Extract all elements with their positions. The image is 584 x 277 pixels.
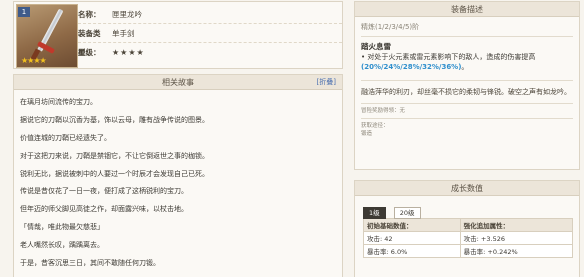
info-row-name: 名称： 匣里龙吟 <box>78 5 342 24</box>
table-cell: 攻击: +3.526 <box>459 231 574 245</box>
story-title: 相关故事 <box>162 78 194 87</box>
story-line: 但年迈的师父脚见高徒之作，却面露兴味，以杖击地。 <box>20 205 188 214</box>
effect-values: (20%/24%/28%/32%/36%) <box>361 63 462 71</box>
growth-panel: 成长数值 1级 20级 初始基础数值： 强化追加属性： 攻击: 42 攻击: +… <box>354 180 580 277</box>
info-value: 单手剑 <box>112 29 135 38</box>
star-icons: ★★★★ <box>112 48 145 57</box>
column-header: 强化追加属性： <box>459 218 574 232</box>
fold-link[interactable]: [折叠] <box>317 75 336 90</box>
table-cell: 暴击率: 6.0% <box>363 244 461 258</box>
table-row: 攻击: 42 攻击: +3.526 <box>363 231 574 245</box>
divider <box>361 103 573 104</box>
stats-table: 初始基础数值： 强化追加属性： 攻击: 42 攻击: +3.526 暴击率: 6… <box>363 218 574 258</box>
info-label: 名称： <box>78 10 101 19</box>
story-line: 锐利无比，据说被刺中的人要过一个时辰才会发现自己已死。 <box>20 169 209 178</box>
story-line: 价值连城的刀鞘已经遗失了。 <box>20 133 111 142</box>
story-panel: 相关故事 [折叠] 在璃月坊间流传的宝刀。 据说它的刀鞘以沉香为基，饰以云母，雕… <box>13 74 343 277</box>
effect-prefix: • 对处于火元素或雷元素影响下的敌人，造成的伤害提高 <box>361 53 536 61</box>
story-line: 于是，昔客沉思三日，其间不敢随任何刀锻。 <box>20 259 160 268</box>
weapon-info-card: 1 ★★★★ 名称： 匣里龙吟 装备类型： 单手剑 星级： ★★★★ <box>13 1 343 69</box>
column-header: 初始基础数值： <box>363 218 461 232</box>
tab-level-1[interactable]: 1级 <box>363 207 386 219</box>
effect-title: 踏火息雷 <box>361 42 391 51</box>
flavor-text: 融浩萍华的利刃，却丝毫不损它的柔韧与锋锐。破空之声有如龙吟。 <box>361 88 571 96</box>
effect-text: • 对处于火元素或雷元素影响下的敌人，造成的伤害提高 (20%/24%/28%/3… <box>361 52 573 72</box>
story-line: 对于这把刀来说，刀鞘是禁锢它，不让它倒返世之事的枷锁。 <box>20 151 209 160</box>
info-label: 装备类型： <box>78 29 101 57</box>
story-line: 老人嘴然长叹，踽踽离去。 <box>20 241 104 250</box>
story-line: 在璃月坊间流传的宝刀。 <box>20 98 97 106</box>
level-badge: 1 <box>18 7 30 17</box>
description-header: 装备描述 <box>355 2 579 17</box>
divider <box>361 80 573 81</box>
story-line: 据说它的刀鞘以沉香为基，饰以云母，雕有战争传说的图景。 <box>20 115 209 124</box>
info-value: 匣里龙吟 <box>112 10 142 19</box>
table-header-row: 初始基础数值： 强化追加属性： <box>363 218 574 232</box>
info-label: 星级： <box>78 48 101 57</box>
rarity-stars: ★★★★ <box>21 56 47 65</box>
story-header: 相关故事 [折叠] <box>14 75 342 90</box>
table-row: 暴击率: 6.0% 暴击率: +0.242% <box>363 244 574 258</box>
info-row-rarity: 星级： ★★★★ <box>78 43 342 62</box>
info-rows: 名称： 匣里龙吟 装备类型： 单手剑 星级： ★★★★ <box>78 5 342 62</box>
description-body: 精炼(1/2/3/4/5)阶 踏火息雷 • 对处于火元素或雷元素影响下的敌人，造… <box>355 17 579 142</box>
story-line: 「情哉，唯此物最欠慈悲」 <box>20 223 104 232</box>
source-note: 冒险奖励得领：无 <box>361 108 406 114</box>
effect-suffix: 。 <box>461 63 469 71</box>
story-line: 传说是昔仅花了一日一夜，便打成了这柄锐利的宝刀。 <box>20 187 188 196</box>
obtain-value: 锻造 <box>361 131 373 137</box>
table-cell: 暴击率: +0.242% <box>459 244 574 258</box>
obtain-label: 获取途径： <box>361 123 389 129</box>
refinement-levels[interactable]: 精炼(1/2/3/4/5)阶 <box>361 21 573 33</box>
weapon-thumbnail: 1 ★★★★ <box>16 4 78 68</box>
info-row-type: 装备类型： 单手剑 <box>78 24 342 57</box>
divider <box>361 118 573 119</box>
tab-level-20[interactable]: 20级 <box>393 207 421 219</box>
growth-header: 成长数值 <box>355 181 579 196</box>
divider <box>361 36 573 37</box>
level-tabs: 1级 20级 <box>355 196 579 219</box>
table-cell: 攻击: 42 <box>363 231 461 245</box>
story-lines: 在璃月坊间流传的宝刀。 据说它的刀鞘以沉香为基，饰以云母，雕有战争传说的图景。 … <box>14 90 342 277</box>
description-panel: 装备描述 精炼(1/2/3/4/5)阶 踏火息雷 • 对处于火元素或雷元素影响下… <box>354 1 580 170</box>
